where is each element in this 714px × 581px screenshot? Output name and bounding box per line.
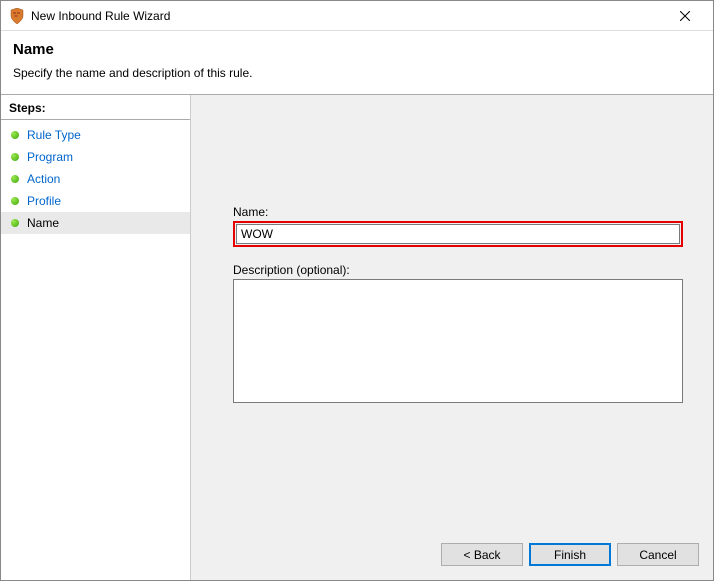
name-input[interactable] (236, 224, 680, 244)
step-label: Program (27, 150, 73, 164)
description-label: Description (optional): (233, 263, 683, 277)
step-name[interactable]: Name (1, 212, 190, 234)
name-label: Name: (233, 205, 683, 219)
body-panel: Steps: Rule Type Program Action Profile … (1, 94, 713, 580)
back-button[interactable]: < Back (441, 543, 523, 566)
step-rule-type[interactable]: Rule Type (1, 124, 190, 146)
page-title: Name (13, 41, 701, 58)
firewall-icon (9, 8, 25, 24)
bullet-icon (11, 131, 19, 139)
steps-heading: Steps: (1, 99, 190, 120)
titlebar: New Inbound Rule Wizard (1, 1, 713, 31)
bullet-icon (11, 153, 19, 161)
form-area: Name: Description (optional): (191, 95, 713, 406)
bullet-icon (11, 219, 19, 227)
name-input-highlight (233, 221, 683, 247)
page-subtitle: Specify the name and description of this… (13, 66, 701, 80)
step-action[interactable]: Action (1, 168, 190, 190)
wizard-window: New Inbound Rule Wizard Name Specify the… (0, 0, 714, 581)
step-label: Rule Type (27, 128, 81, 142)
bullet-icon (11, 197, 19, 205)
bullet-icon (11, 175, 19, 183)
window-title: New Inbound Rule Wizard (31, 9, 665, 23)
step-program[interactable]: Program (1, 146, 190, 168)
finish-button[interactable]: Finish (529, 543, 611, 566)
step-label: Action (27, 172, 60, 186)
content-panel: Name: Description (optional): < Back Fin… (191, 95, 713, 580)
close-button[interactable] (665, 2, 705, 30)
step-profile[interactable]: Profile (1, 190, 190, 212)
steps-sidebar: Steps: Rule Type Program Action Profile … (1, 95, 191, 580)
step-label: Name (27, 216, 59, 230)
cancel-button[interactable]: Cancel (617, 543, 699, 566)
header-panel: Name Specify the name and description of… (1, 31, 713, 94)
description-textarea[interactable] (233, 279, 683, 403)
step-label: Profile (27, 194, 61, 208)
button-row: < Back Finish Cancel (441, 543, 699, 566)
